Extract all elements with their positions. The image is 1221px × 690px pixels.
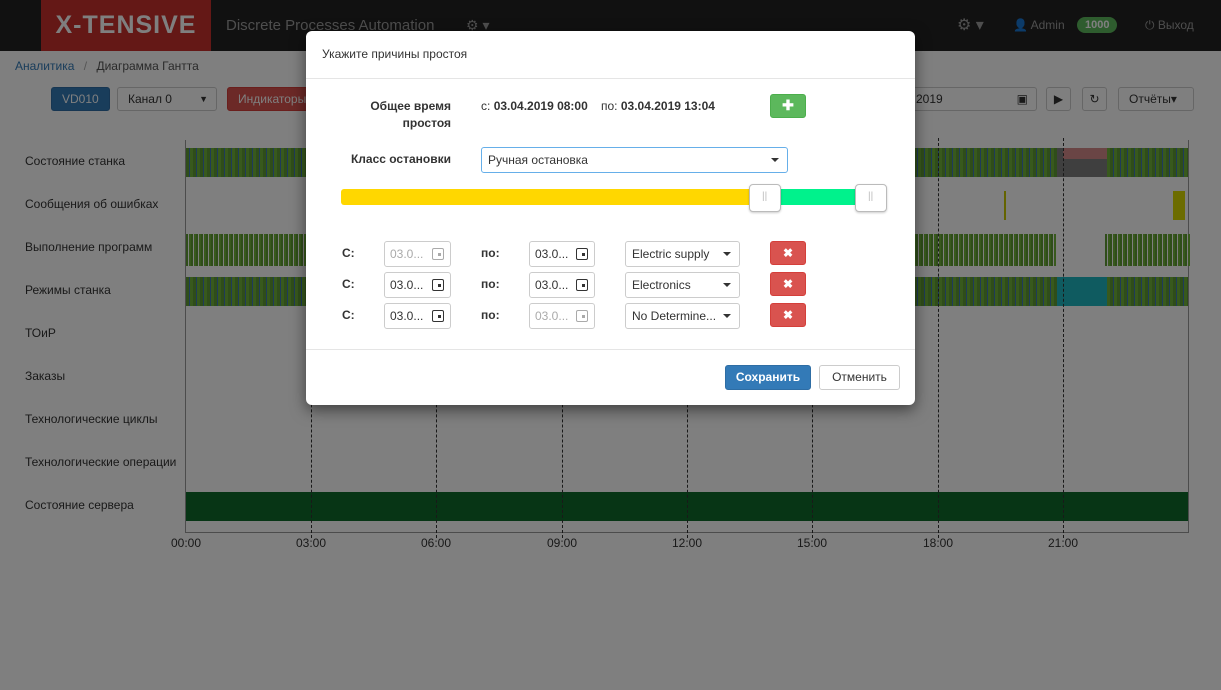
add-interval-button[interactable]: ✚ (770, 94, 806, 118)
interval-to-label: по: (481, 308, 500, 322)
caret-down-icon (723, 283, 731, 287)
delete-interval-button[interactable]: ✖ (770, 241, 806, 265)
from-prefix: с: (481, 99, 491, 113)
plus-icon: ✚ (782, 97, 794, 113)
caret-down-icon (723, 314, 731, 318)
interval-from-label: С: (342, 308, 355, 322)
interval-from-value: 03.0... (390, 309, 424, 323)
calendar-icon (432, 279, 444, 291)
remove-icon: ✖ (782, 277, 794, 291)
reason-select[interactable]: Electronics (625, 272, 740, 298)
remove-icon: ✖ (782, 308, 794, 322)
remove-icon: ✖ (782, 246, 794, 260)
caret-down-icon (723, 252, 731, 256)
interval-from-label: С: (342, 277, 355, 291)
interval-from-label: С: (342, 246, 355, 260)
interval-slider[interactable] (341, 184, 889, 212)
interval-from-value: 03.0... (390, 278, 424, 292)
interval-from-input[interactable]: 03.0... (384, 303, 451, 329)
downtime-to: по: 03.04.2019 13:04 (601, 99, 715, 113)
slider-handle[interactable] (749, 184, 781, 212)
reason-select[interactable]: Electric supply (625, 241, 740, 267)
interval-to-value: 03.0... (535, 247, 569, 261)
interval-from-value: 03.0... (390, 247, 424, 261)
to-value: 03.04.2019 13:04 (620, 99, 715, 113)
calendar-icon (576, 310, 588, 322)
reason-value: No Determine... (632, 309, 717, 323)
downtime-from: с: 03.04.2019 08:00 (481, 99, 588, 113)
modal-header: Укажите причины простоя (306, 31, 915, 79)
calendar-icon (576, 248, 588, 260)
interval-to-input[interactable]: 03.0... (529, 303, 595, 329)
interval-to-value: 03.0... (535, 278, 569, 292)
modal-title: Укажите причины простоя (322, 47, 468, 61)
stop-class-label: Класс остановки (350, 152, 451, 166)
to-prefix: по: (601, 99, 618, 113)
stop-class-value: Ручная остановка (488, 153, 588, 167)
reason-select[interactable]: No Determine... (625, 303, 740, 329)
interval-from-input[interactable]: 03.0... (384, 241, 451, 267)
caret-down-icon (771, 158, 779, 162)
slider-handle[interactable] (855, 184, 887, 212)
save-button[interactable]: Сохранить (725, 365, 811, 390)
downtime-reasons-modal: Укажите причины простоя Общее время прос… (306, 31, 915, 405)
interval-to-label: по: (481, 246, 500, 260)
slider-segment-yellow (341, 189, 771, 205)
interval-from-input[interactable]: 03.0... (384, 272, 451, 298)
interval-to-input[interactable]: 03.0... (529, 272, 595, 298)
calendar-icon (576, 279, 588, 291)
from-value: 03.04.2019 08:00 (493, 99, 588, 113)
cancel-button[interactable]: Отменить (819, 365, 900, 390)
interval-to-value: 03.0... (535, 309, 569, 323)
delete-interval-button[interactable]: ✖ (770, 272, 806, 296)
calendar-icon (432, 248, 444, 260)
stop-class-select[interactable]: Ручная остановка (481, 147, 788, 173)
calendar-icon (432, 310, 444, 322)
reason-value: Electronics (632, 278, 691, 292)
reason-value: Electric supply (632, 247, 710, 261)
delete-interval-button[interactable]: ✖ (770, 303, 806, 327)
total-time-label: Общее время простоя (370, 99, 451, 130)
interval-to-label: по: (481, 277, 500, 291)
interval-to-input[interactable]: 03.0... (529, 241, 595, 267)
